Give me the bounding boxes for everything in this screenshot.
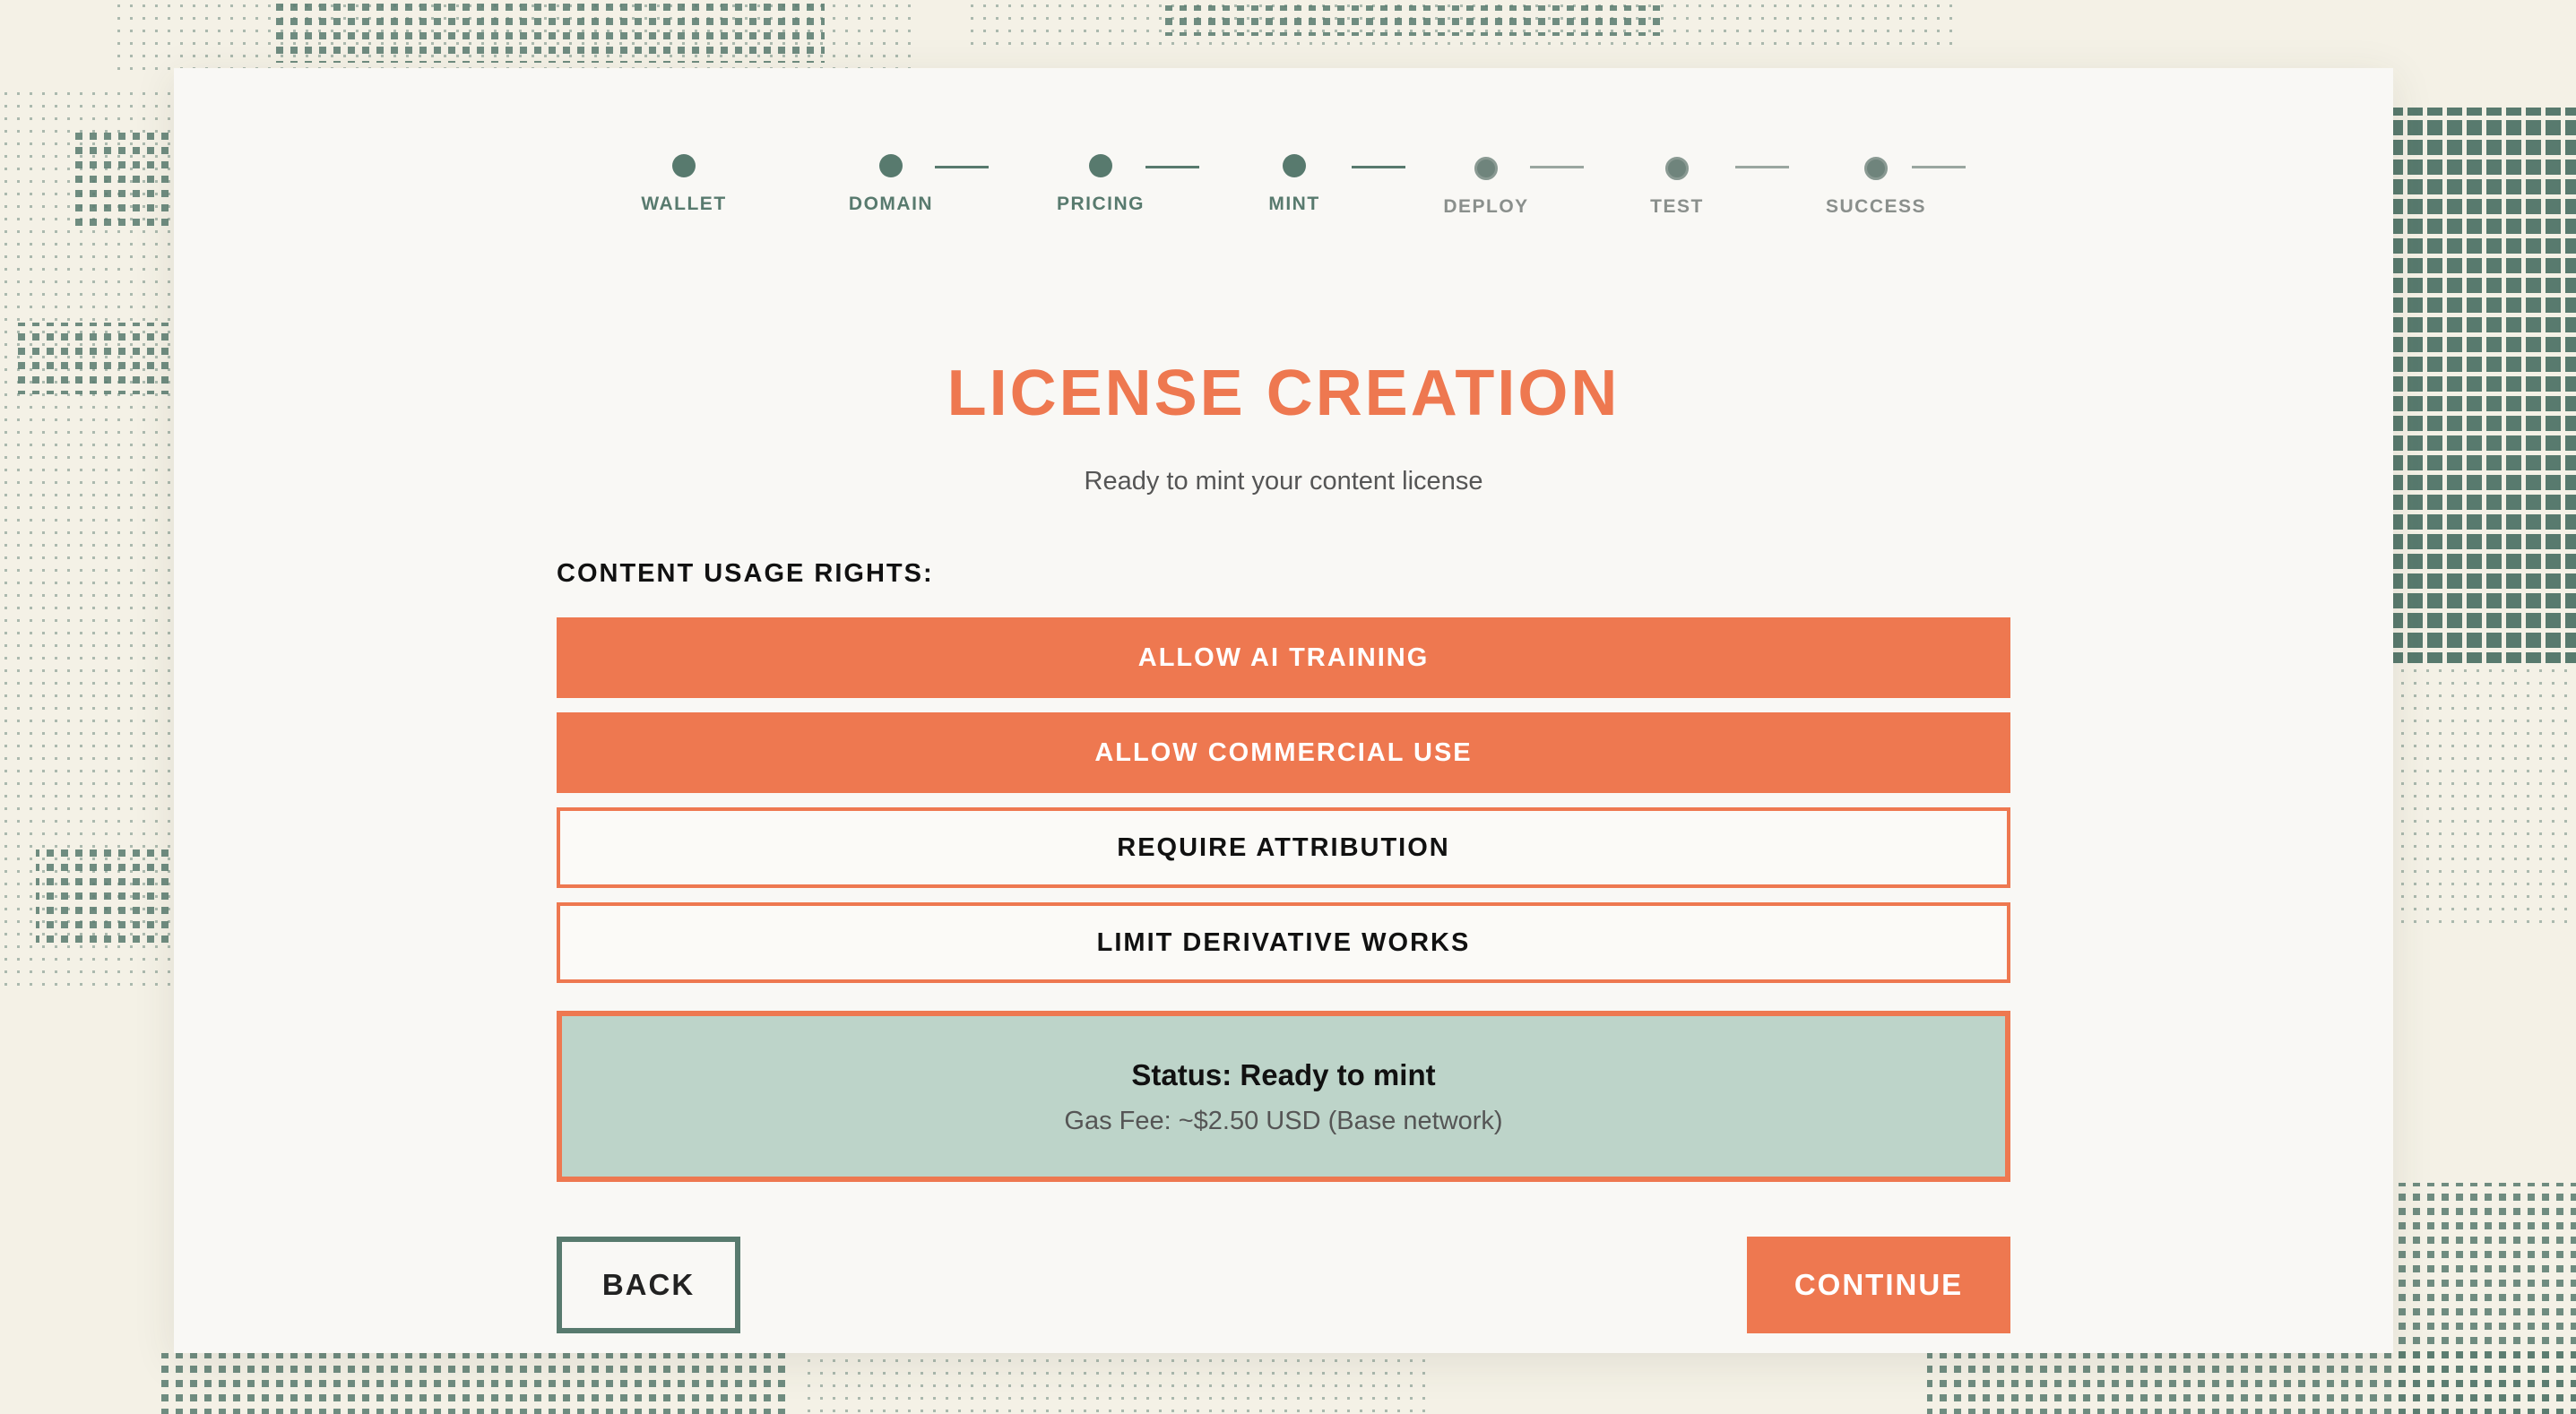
card-content: WALLET DOMAIN PRICING MINT DEPLOY TEST S…	[557, 68, 2010, 1353]
step-deploy: DEPLOY	[1405, 157, 1567, 218]
page-subtitle: Ready to mint your content license	[1084, 467, 1483, 496]
step-success: SUCCESS	[1795, 157, 1957, 218]
allow-ai-training-toggle[interactable]: ALLOW AI TRAINING	[557, 617, 2010, 698]
step-dot-icon	[1864, 157, 1888, 180]
gas-fee-text: Gas Fee: ~$2.50 USD (Base network)	[1064, 1107, 1503, 1135]
step-wallet: WALLET	[603, 154, 765, 215]
step-dot-icon	[1283, 154, 1306, 177]
step-dot-icon	[879, 154, 903, 177]
back-button[interactable]: BACK	[557, 1237, 740, 1333]
progress-stepper: WALLET DOMAIN PRICING MINT DEPLOY TEST S…	[557, 68, 2010, 247]
step-label: MINT	[1268, 194, 1320, 214]
step-label: SUCCESS	[1825, 196, 1927, 217]
page-title: LICENSE CREATION	[947, 358, 1621, 429]
allow-commercial-use-toggle[interactable]: ALLOW COMMERCIAL USE	[557, 712, 2010, 793]
limit-derivative-works-toggle[interactable]: LIMIT DERIVATIVE WORKS	[557, 902, 2010, 983]
step-mint: MINT	[1214, 154, 1375, 215]
continue-button[interactable]: CONTINUE	[1747, 1237, 2010, 1333]
step-dot-icon	[672, 154, 696, 177]
step-dot-icon	[1474, 157, 1498, 180]
step-dot-icon	[1665, 157, 1689, 180]
step-label: WALLET	[641, 194, 727, 214]
mint-status-panel: Status: Ready to mint Gas Fee: ~$2.50 US…	[557, 1011, 2010, 1182]
license-creation-card: WALLET DOMAIN PRICING MINT DEPLOY TEST S…	[174, 68, 2393, 1353]
status-text: Status: Ready to mint	[1131, 1058, 1436, 1091]
step-dot-icon	[1089, 154, 1112, 177]
step-domain: DOMAIN	[810, 154, 972, 215]
step-label: DEPLOY	[1443, 196, 1529, 217]
step-pricing: PRICING	[1020, 154, 1181, 215]
step-label: PRICING	[1056, 194, 1145, 214]
require-attribution-toggle[interactable]: REQUIRE ATTRIBUTION	[557, 807, 2010, 888]
content-usage-rights-label: CONTENT USAGE RIGHTS:	[557, 559, 934, 588]
step-test: TEST	[1596, 157, 1758, 218]
step-label: DOMAIN	[848, 194, 934, 214]
step-label: TEST	[1650, 196, 1704, 217]
